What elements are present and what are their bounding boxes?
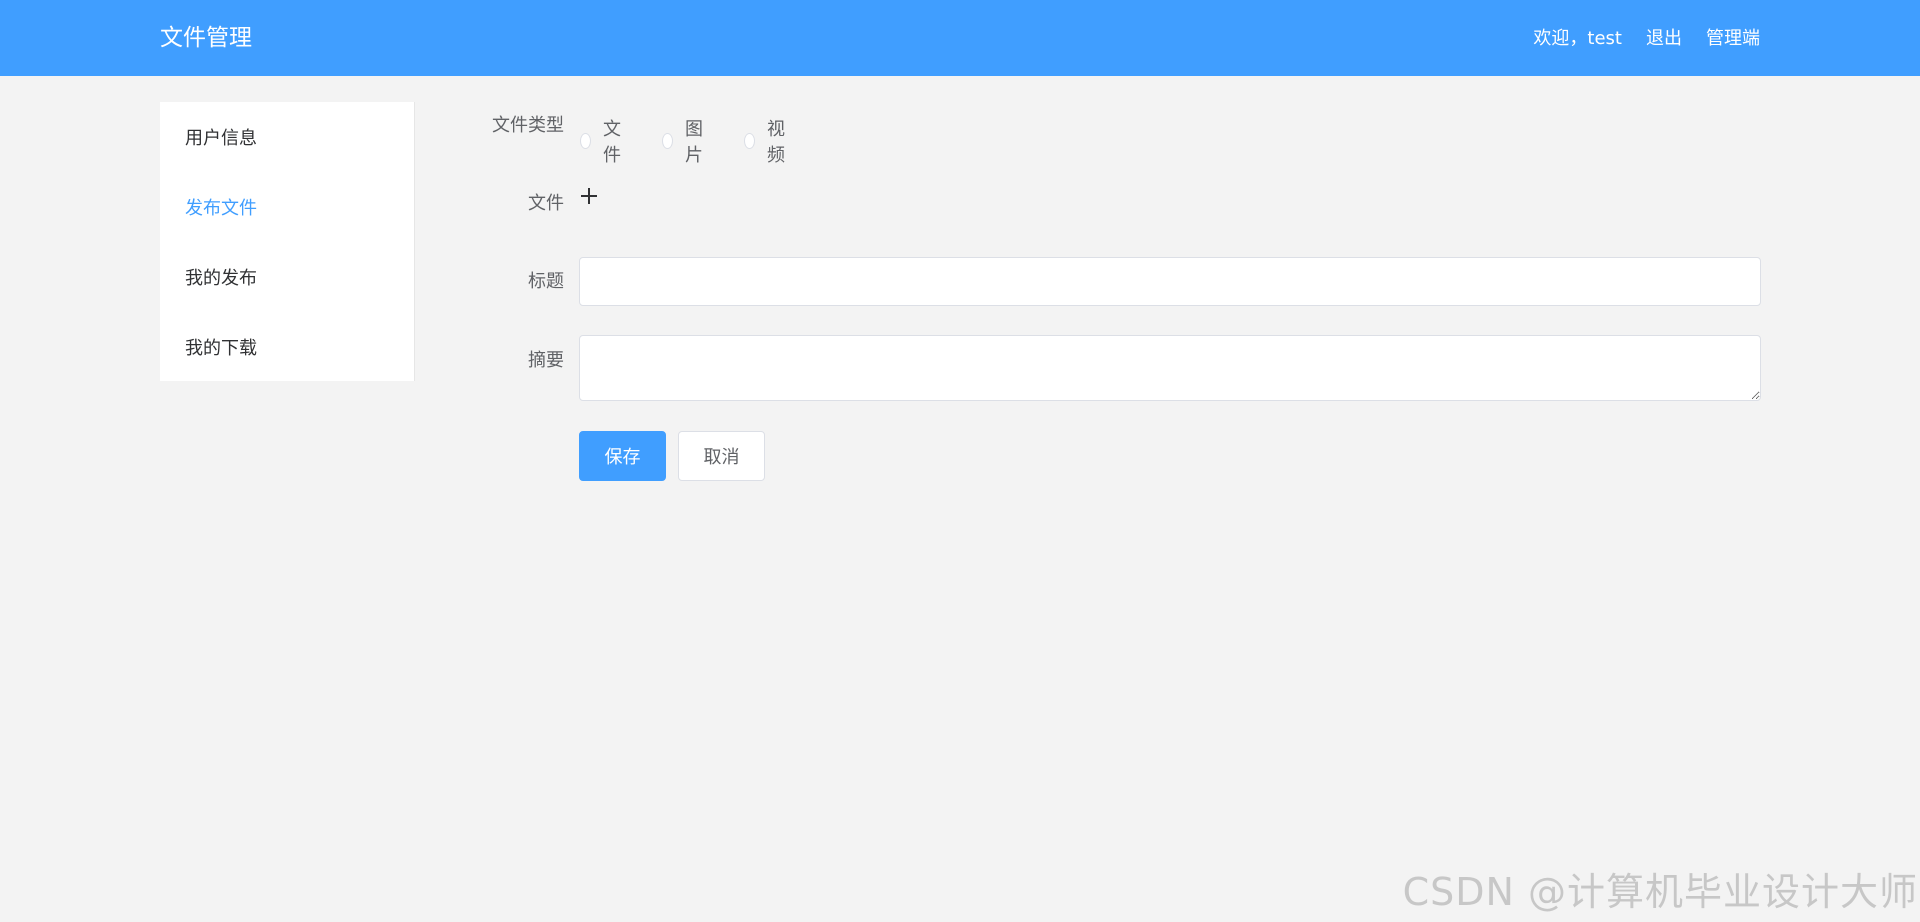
radio-circle-icon[interactable] — [662, 133, 673, 149]
sidebar-item-my-publish[interactable]: 我的发布 — [160, 242, 414, 312]
file-type-radio-group: 文件 图片 视频 — [580, 115, 790, 167]
top-header: 文件管理 欢迎，test 退出 管理端 — [0, 0, 1920, 76]
sidebar-item-user-info[interactable]: 用户信息 — [160, 102, 414, 172]
radio-circle-icon[interactable] — [744, 133, 755, 149]
cancel-button[interactable]: 取消 — [678, 431, 765, 481]
file-label: 文件 — [528, 193, 564, 214]
welcome-text: 欢迎，test — [1533, 28, 1622, 49]
radio-file-label: 文件 — [602, 119, 621, 166]
save-button[interactable]: 保存 — [579, 431, 666, 481]
sidebar-item-publish-file[interactable]: 发布文件 — [160, 172, 414, 242]
watermark: CSDN @计算机毕业设计大师 — [1402, 870, 1918, 914]
logout-link[interactable]: 退出 — [1646, 26, 1682, 52]
summary-label: 摘要 — [528, 350, 564, 371]
radio-file[interactable]: 文件 — [580, 115, 626, 167]
summary-textarea[interactable] — [579, 335, 1761, 401]
radio-image-label: 图片 — [684, 119, 703, 166]
title-input[interactable] — [579, 257, 1761, 306]
title-label: 标题 — [528, 271, 564, 292]
sidebar-item-my-download[interactable]: 我的下载 — [160, 312, 414, 382]
header-nav: 欢迎，test 退出 管理端 — [1533, 26, 1760, 52]
radio-video[interactable]: 视频 — [744, 115, 790, 167]
radio-image[interactable]: 图片 — [662, 115, 708, 167]
file-type-label: 文件类型 — [492, 115, 564, 136]
admin-link[interactable]: 管理端 — [1706, 26, 1760, 52]
sidebar-menu: 用户信息 发布文件 我的发布 我的下载 — [160, 102, 415, 381]
radio-circle-icon[interactable] — [580, 133, 591, 149]
app-title: 文件管理 — [160, 25, 252, 51]
plus-icon[interactable] — [579, 186, 599, 206]
radio-video-label: 视频 — [766, 119, 785, 166]
